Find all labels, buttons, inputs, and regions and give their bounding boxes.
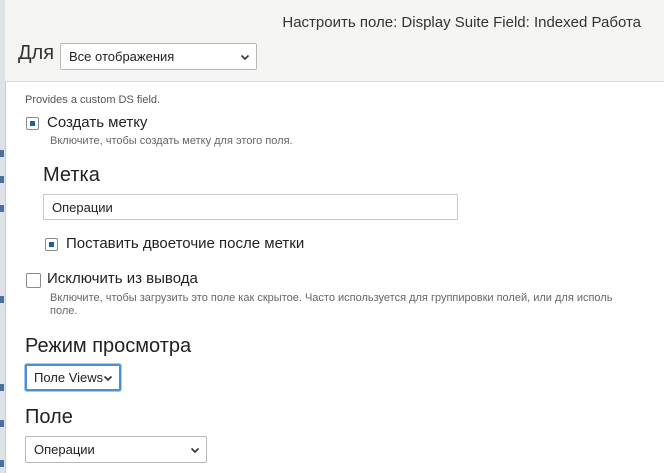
view-mode-value: Поле Views: [34, 370, 104, 385]
display-selector-label: Для: [18, 42, 55, 64]
create-label-label[interactable]: Создать метку: [47, 114, 147, 131]
create-label-checkbox[interactable]: [26, 117, 39, 130]
background-link-fragment: [0, 460, 4, 467]
dialog-body: Provides a custom DS field. Создать метк…: [5, 82, 664, 473]
background-link-fragment: [0, 296, 4, 303]
label-input-value: Операции: [52, 199, 113, 215]
background-link-fragment: [0, 176, 4, 183]
background-link-fragment: [0, 420, 4, 427]
label-input[interactable]: Операции: [43, 194, 458, 220]
label-heading: Метка: [43, 164, 100, 186]
background-link-fragment: [0, 150, 4, 157]
view-mode-select[interactable]: Поле Views: [25, 364, 121, 391]
field-description: Provides a custom DS field.: [25, 94, 161, 106]
display-selector-value: Все отображения: [69, 49, 175, 64]
exclude-checkbox[interactable]: [26, 273, 41, 288]
background-link-fragment: [0, 205, 4, 212]
exclude-hint-line2: поле.: [50, 305, 78, 317]
field-select[interactable]: Операции: [25, 436, 207, 463]
create-label-hint: Включите, чтобы создать метку для этого …: [50, 135, 293, 147]
chevron-down-icon: [240, 54, 250, 60]
view-mode-heading: Режим просмотра: [25, 335, 192, 357]
colon-label[interactable]: Поставить двоеточие после метки: [66, 235, 304, 252]
dialog-header: Настроить поле: Display Suite Field: Ind…: [5, 0, 664, 82]
field-heading: Поле: [25, 406, 73, 428]
display-selector[interactable]: Все отображения: [60, 43, 257, 70]
chevron-down-icon: [190, 447, 200, 453]
background-link-fragment: [0, 384, 4, 391]
colon-checkbox[interactable]: [45, 238, 58, 251]
field-select-value: Операции: [34, 442, 95, 457]
exclude-label[interactable]: Исключить из вывода: [47, 270, 198, 287]
chevron-down-icon: [103, 375, 113, 381]
exclude-hint-line1: Включите, чтобы загрузить это поле как с…: [50, 292, 613, 304]
dialog-title: Настроить поле: Display Suite Field: Ind…: [282, 14, 641, 31]
